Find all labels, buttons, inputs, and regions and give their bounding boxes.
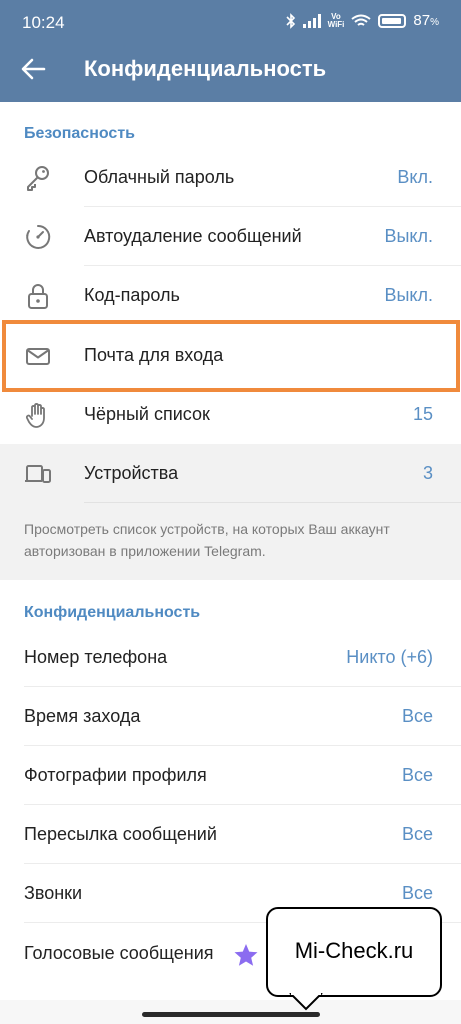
wifi-icon (351, 14, 372, 26)
row-phone-number[interactable]: Номер телефона Никто (+6) (0, 628, 461, 687)
row-label: Фотографии профиля (24, 765, 207, 785)
row-value: Все (401, 765, 433, 785)
row-label: Облачный пароль (84, 167, 235, 187)
section-heading-security: Безопасность (24, 125, 135, 142)
row-profile-photos[interactable]: Фотографии профиля Все (0, 746, 461, 805)
row-value: 3 (422, 463, 433, 483)
row-label: Код-пароль (84, 285, 180, 305)
row-value: Выкл. (384, 226, 433, 246)
row-auto-delete[interactable]: Автоудаление сообщений Выкл. (0, 207, 461, 266)
row-forwarded-messages[interactable]: Пересылка сообщений Все (0, 805, 461, 864)
row-value: Все (401, 706, 433, 726)
battery-icon (378, 13, 407, 28)
row-label: Время захода (24, 706, 141, 726)
devices-icon (25, 465, 51, 483)
row-value: Вкл. (397, 167, 433, 187)
row-login-email[interactable]: Почта для входа (0, 326, 461, 385)
row-cloud-password[interactable]: Облачный пароль Вкл. (0, 148, 461, 207)
section-heading-privacy: Конфиденциальность (24, 604, 201, 621)
row-label: Устройства (84, 463, 179, 483)
row-blacklist[interactable]: Чёрный список 15 (0, 385, 461, 444)
premium-star-icon (234, 944, 258, 966)
row-passcode[interactable]: Код-пароль Выкл. (0, 266, 461, 325)
signal-icon (302, 13, 321, 28)
row-label: Номер телефона (24, 647, 168, 667)
mail-icon (26, 348, 50, 365)
timer-icon (24, 224, 51, 249)
bluetooth-icon (286, 12, 295, 29)
callout-tail (289, 993, 323, 1011)
back-arrow-icon[interactable] (18, 54, 48, 84)
hand-icon (25, 403, 45, 428)
volte-icon: Vo WiFi (327, 11, 345, 29)
watermark-text: Mi-Check.ru (294, 938, 414, 963)
row-label: Чёрный список (84, 404, 210, 424)
row-value: Никто (+6) (346, 647, 433, 667)
row-label: Почта для входа (84, 345, 224, 365)
row-label: Автоудаление сообщений (84, 226, 302, 246)
app-header: 10:24 Vo WiFi 87% Конфиденциальность (0, 0, 461, 102)
battery-level: 87% (413, 12, 439, 29)
status-time: 10:24 (22, 13, 65, 32)
lock-icon (28, 284, 48, 309)
devices-note: Просмотреть список устройств, на которых… (24, 521, 390, 559)
row-value: 15 (412, 404, 433, 424)
row-last-seen[interactable]: Время захода Все (0, 687, 461, 746)
page-title: Конфиденциальность (84, 56, 327, 81)
row-devices[interactable]: Устройства 3 (0, 444, 461, 503)
status-bar: 10:24 Vo WiFi 87% (0, 0, 461, 44)
row-label: Звонки (24, 883, 83, 903)
status-icons: Vo WiFi 87% (286, 12, 439, 29)
row-label: Пересылка сообщений (24, 824, 217, 844)
key-icon (27, 166, 49, 191)
row-value: Выкл. (384, 285, 433, 305)
watermark-callout: Mi-Check.ru (266, 907, 442, 1011)
row-value: Все (401, 824, 433, 844)
row-value: Все (401, 883, 433, 903)
row-label: Голосовые сообщения (24, 943, 214, 963)
